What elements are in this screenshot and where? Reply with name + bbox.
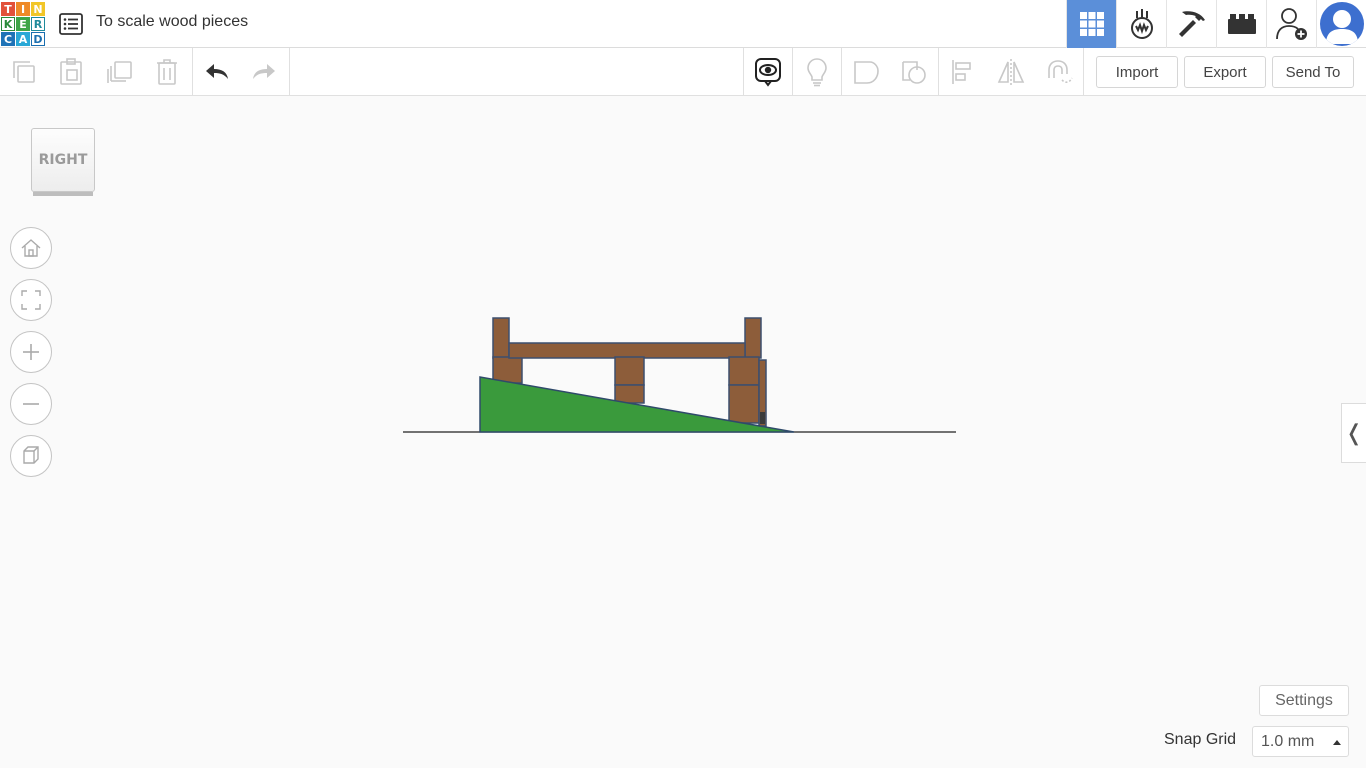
- wood-post-right-upper[interactable]: [728, 356, 760, 386]
- snap-grid-select[interactable]: 1.0 mm: [1252, 726, 1349, 757]
- shapes-panel-toggle[interactable]: ❬: [1341, 403, 1366, 463]
- wood-post-right-lower[interactable]: [728, 384, 760, 424]
- wood-upright-left[interactable]: [492, 317, 510, 359]
- wood-upright-right[interactable]: [744, 317, 762, 359]
- settings-button[interactable]: Settings: [1259, 685, 1349, 716]
- wood-post-middle-upper[interactable]: [614, 356, 645, 386]
- wood-post-middle-lower[interactable]: [614, 384, 645, 404]
- snap-grid-value: 1.0 mm: [1261, 732, 1315, 750]
- snap-grid-label: Snap Grid: [1164, 731, 1237, 748]
- wood-block-left[interactable]: [492, 356, 523, 384]
- wood-shadow: [760, 412, 765, 424]
- wood-top-beam[interactable]: [508, 342, 746, 359]
- caret-up-icon: [1333, 740, 1341, 745]
- workplane-viewport[interactable]: [0, 0, 1366, 768]
